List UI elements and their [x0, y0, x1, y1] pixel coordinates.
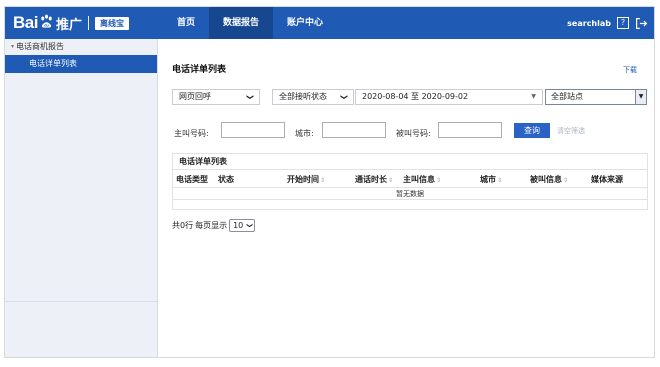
collapse-caret-icon: ▾ — [11, 43, 15, 50]
caret-down-icon: ▼ — [531, 93, 536, 100]
column-header-label: 主叫信息 — [403, 175, 435, 184]
pagination: 共0行 每页显示 10 ❯ — [172, 219, 256, 232]
column-header-label: 通话时长 — [355, 175, 387, 184]
sidebar-divider — [5, 301, 157, 302]
user-area: searchlab ? — [567, 7, 648, 39]
sort-icon: ⇕ — [563, 177, 569, 184]
nav-item-account-center[interactable]: 账户中心 — [273, 7, 337, 39]
username-link[interactable]: searchlab — [567, 19, 611, 28]
app-window: Bai du 推广 离线宝 首页 数据报告 账户中心 searchlab ? ▾… — [4, 6, 655, 358]
city-input[interactable] — [322, 122, 386, 138]
chevron-down-icon: ❯ — [340, 94, 349, 100]
nav-item-data-report[interactable]: 数据报告 — [209, 7, 274, 39]
date-range-picker[interactable]: 2020-08-04 至 2020-09-02 ▼ — [355, 89, 543, 105]
call-status-select[interactable]: 全部接听状态 ❯ — [272, 89, 354, 105]
column-header-label: 状态 — [218, 175, 234, 184]
sidebar-group-phone-leads[interactable]: ▾ 电话商机报告 — [5, 39, 157, 55]
column-header-media-source[interactable]: 媒体来源 — [591, 174, 623, 185]
date-range-value: 2020-08-04 至 2020-09-02 — [362, 92, 469, 101]
column-header-status[interactable]: 状态 — [218, 174, 234, 185]
city-label: 城市: — [295, 129, 314, 138]
sort-icon: ⇕ — [320, 177, 326, 184]
total-rows-text: 共0行 — [172, 221, 194, 230]
nav-item-home[interactable]: 首页 — [163, 7, 209, 39]
per-page-label: 每页显示 — [195, 221, 228, 230]
help-icon[interactable]: ? — [617, 17, 629, 29]
chevron-down-icon: ❯ — [246, 94, 255, 100]
source-select-value: 网页回呼 — [179, 92, 211, 101]
clear-filters-link[interactable]: 清空筛选 — [557, 126, 585, 136]
callee-number-input[interactable] — [438, 122, 502, 138]
per-page-value: 10 — [233, 221, 244, 230]
table-title: 电话详单列表 — [173, 154, 647, 170]
sort-icon: ⇕ — [436, 177, 442, 184]
column-header-label: 被叫信息 — [530, 175, 562, 184]
logo-text-bai: Bai — [13, 13, 38, 32]
logo-divider — [87, 16, 89, 30]
column-header-callee-info[interactable]: 被叫信息⇕ — [530, 174, 568, 185]
main-nav: 首页 数据报告 账户中心 — [163, 7, 337, 39]
column-header-caller-info[interactable]: 主叫信息⇕ — [403, 174, 441, 185]
sort-icon: ⇕ — [388, 177, 394, 184]
baidu-tuiguang-logo[interactable]: Bai du 推广 离线宝 — [13, 13, 129, 33]
sidebar: ▾ 电话商机报告 电话详单列表 — [5, 39, 158, 357]
column-header-duration[interactable]: 通话时长⇕ — [355, 174, 393, 185]
column-header-label: 开始时间 — [287, 175, 319, 184]
caller-number-input[interactable] — [221, 122, 285, 138]
site-select-value: 全部站点 — [551, 92, 583, 101]
caller-number-label: 主叫号码: — [174, 129, 209, 138]
table-header-row: 电话类型 状态 开始时间⇕ 通话时长⇕ 主叫信息⇕ 城市⇕ 被叫信息⇕ 媒体来源 — [173, 170, 647, 188]
callee-number-label: 被叫号码: — [396, 129, 431, 138]
site-select[interactable]: 全部站点 ▼ — [545, 89, 647, 105]
page-title: 电话详单列表 — [172, 65, 227, 75]
baidu-paw-icon: du — [41, 14, 52, 28]
download-link[interactable]: 下载 — [623, 65, 637, 75]
logo-text-tuiguang: 推广 — [55, 17, 82, 33]
column-header-label: 城市 — [480, 175, 496, 184]
call-status-select-value: 全部接听状态 — [279, 92, 327, 101]
chevron-down-icon: ❯ — [246, 222, 254, 229]
column-header-label: 电话类型 — [176, 175, 208, 184]
logo-paw-text: du — [44, 23, 49, 27]
query-button[interactable]: 查询 — [514, 123, 550, 138]
top-bar: Bai du 推广 离线宝 首页 数据报告 账户中心 searchlab ? — [5, 7, 654, 39]
sidebar-group-label: 电话商机报告 — [16, 42, 65, 51]
product-badge: 离线宝 — [94, 16, 129, 30]
dropdown-arrow-icon[interactable]: ▼ — [635, 90, 646, 104]
column-header-label: 媒体来源 — [591, 175, 623, 184]
column-header-city[interactable]: 城市⇕ — [480, 174, 502, 185]
logout-icon[interactable] — [635, 17, 648, 30]
per-page-select[interactable]: 10 ❯ — [229, 219, 256, 232]
call-detail-table: 电话详单列表 电话类型 状态 开始时间⇕ 通话时长⇕ 主叫信息⇕ 城市⇕ 被叫信… — [172, 153, 648, 210]
column-header-start-time[interactable]: 开始时间⇕ — [287, 174, 325, 185]
sort-icon: ⇕ — [497, 177, 503, 184]
column-header-call-type[interactable]: 电话类型 — [176, 174, 208, 185]
source-select[interactable]: 网页回呼 ❯ — [172, 89, 260, 105]
sidebar-item-call-detail-list[interactable]: 电话详单列表 — [5, 55, 157, 73]
empty-state-text: 暂无数据 — [173, 188, 647, 200]
